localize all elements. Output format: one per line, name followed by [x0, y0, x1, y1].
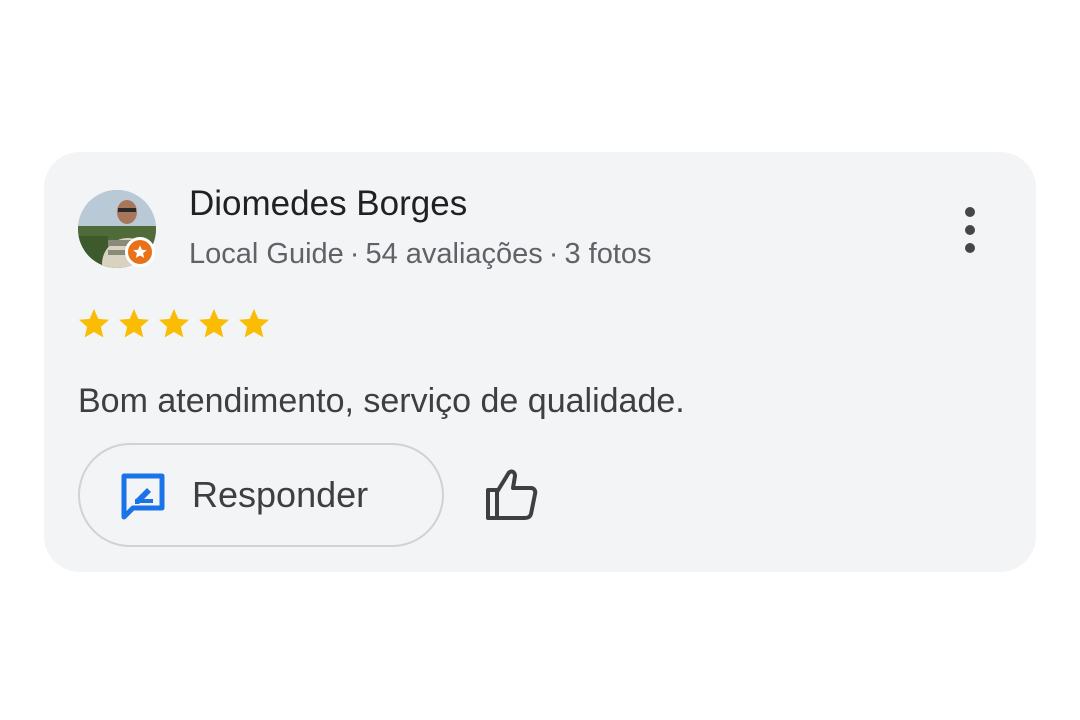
review-text: Bom atendimento, serviço de qualidade.: [78, 382, 685, 420]
star-rating: [76, 306, 272, 342]
photo-count: 3 fotos: [564, 238, 652, 270]
author-name[interactable]: Diomedes Borges: [189, 184, 467, 224]
reply-icon: [118, 470, 168, 525]
author-meta: Local Guide · 54 avaliações · 3 fotos: [189, 238, 652, 271]
local-guide-label: Local Guide: [189, 238, 344, 270]
more-vertical-icon[interactable]: [952, 202, 988, 258]
star-icon: [199, 309, 229, 338]
reply-button[interactable]: Responder: [78, 443, 444, 547]
star-icon: [79, 309, 109, 338]
menu-dot: [965, 225, 975, 235]
star-icon: [239, 309, 269, 338]
thumbs-up-icon[interactable]: [482, 464, 542, 524]
menu-dot: [965, 207, 975, 217]
local-guide-star-icon: [125, 237, 155, 267]
meta-separator: ·: [349, 238, 360, 270]
review-card: Diomedes Borges Local Guide · 54 avaliaçõe…: [44, 152, 1036, 572]
meta-separator: ·: [548, 238, 559, 270]
reply-button-label: Responder: [192, 474, 369, 515]
star-icon: [119, 309, 149, 338]
star-icon: [159, 309, 189, 338]
review-count: 54 avaliações: [365, 238, 543, 270]
menu-dot: [965, 243, 975, 253]
